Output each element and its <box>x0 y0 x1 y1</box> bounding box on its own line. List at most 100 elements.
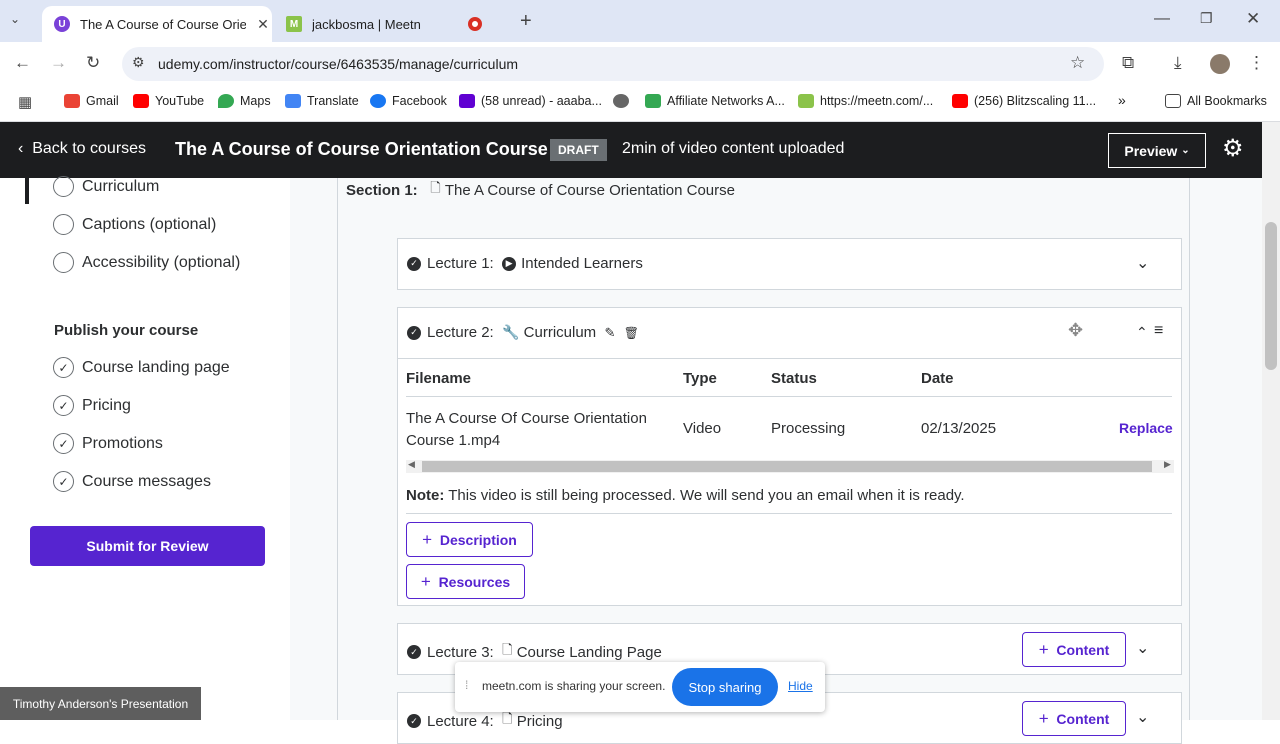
scroll-right-icon[interactable]: ▶ <box>1164 459 1171 470</box>
drag-grip-icon[interactable]: ⁞ <box>465 678 468 692</box>
back-arrow-icon[interactable]: ← <box>14 53 31 73</box>
table-header-status: Status <box>771 370 817 387</box>
more-menu-icon[interactable]: ⋮ <box>1248 53 1265 73</box>
download-icon[interactable]: ⤓ <box>1174 53 1182 73</box>
scrollbar-thumb[interactable] <box>422 461 1152 472</box>
tab-recording[interactable] <box>456 6 506 42</box>
horizontal-scrollbar[interactable]: ◀ ▶ <box>406 459 1174 473</box>
settings-gear-icon[interactable]: ⚙ <box>1222 134 1244 163</box>
tab-meetn[interactable]: M jackbosma | Meetn <box>274 6 454 42</box>
facebook-icon <box>370 94 386 108</box>
publish-heading: Publish your course <box>54 322 199 339</box>
file-icon: 🗋 <box>502 711 513 726</box>
course-title: The A Course of Course Orientation Cours… <box>175 139 548 159</box>
expand-chevron-icon[interactable]: ⌄ <box>1136 253 1149 273</box>
maps-icon <box>218 94 234 108</box>
status-badge: DRAFT <box>550 139 607 161</box>
window-close-icon[interactable]: ✕ <box>1246 9 1260 29</box>
table-header-type: Type <box>683 370 717 387</box>
bookmark-globe[interactable] <box>613 94 635 108</box>
youtube-icon <box>952 94 968 108</box>
close-tab-icon[interactable]: ✕ <box>254 16 272 33</box>
add-resources-button[interactable]: + Resources <box>406 564 525 599</box>
bookmark-blitzscaling[interactable]: (256) Blitzscaling 11... <box>952 94 1096 108</box>
sidebar-item-pricing[interactable]: ✓ Pricing <box>53 395 131 416</box>
minimize-icon[interactable]: — <box>1154 10 1170 28</box>
sidebar-item-landing-page[interactable]: ✓ Course landing page <box>53 357 230 378</box>
reload-icon[interactable]: ↻ <box>86 53 100 73</box>
table-header-date: Date <box>921 370 954 387</box>
bookmark-gmail[interactable]: Gmail <box>64 94 119 108</box>
collapse-chevron-icon[interactable]: ⌃ <box>1136 324 1148 341</box>
udemy-icon: U <box>54 16 70 32</box>
sidebar-item-captions[interactable]: Captions (optional) <box>53 214 216 235</box>
preview-button[interactable]: Preview ⌄ <box>1108 133 1206 168</box>
browser-toolbar: ← → ↻ ⚙ udemy.com/instructor/course/6463… <box>0 42 1280 86</box>
scroll-left-icon[interactable]: ◀ <box>408 459 415 470</box>
bookmark-facebook[interactable]: Facebook <box>370 94 447 108</box>
bookmark-translate[interactable]: Translate <box>285 94 359 108</box>
edit-pencil-icon[interactable]: ✎ <box>605 325 616 341</box>
forward-arrow-icon[interactable]: → <box>50 53 67 73</box>
drag-handle-icon[interactable]: ≡ <box>1154 322 1163 340</box>
new-tab-icon[interactable]: + <box>520 10 532 33</box>
radio-circle-icon <box>53 214 74 235</box>
stop-sharing-button[interactable]: Stop sharing <box>672 668 778 706</box>
restore-icon[interactable]: ❐ <box>1200 10 1213 27</box>
add-content-button[interactable]: + Content <box>1022 701 1126 736</box>
screen-share-banner: ⁞ meetn.com is sharing your screen. Stop… <box>455 662 825 712</box>
bookmarks-overflow[interactable]: » <box>1118 92 1126 108</box>
wrench-icon: 🔧 <box>502 324 520 340</box>
back-to-courses-link[interactable]: ‹ Back to courses <box>18 140 146 158</box>
extensions-icon[interactable]: ⧉ <box>1122 53 1134 73</box>
bookmark-meetn[interactable]: https://meetn.com/... <box>798 94 933 108</box>
divider <box>406 513 1172 514</box>
profile-avatar[interactable] <box>1210 54 1230 74</box>
bookmark-star-icon[interactable]: ☆ <box>1070 53 1085 73</box>
expand-chevron-icon[interactable]: ⌄ <box>1136 707 1149 727</box>
scrollbar-thumb[interactable] <box>1265 222 1277 370</box>
add-description-button[interactable]: + Description <box>406 522 533 557</box>
bookmark-maps[interactable]: Maps <box>218 94 271 108</box>
all-bookmarks[interactable]: All Bookmarks <box>1165 94 1267 108</box>
page-scrollbar[interactable] <box>1262 122 1280 720</box>
check-circle-icon: ✓ <box>53 433 74 454</box>
file-icon: 🗋 <box>502 642 513 657</box>
presenter-label: Timothy Anderson's Presentation <box>0 687 201 720</box>
chevron-down-icon: ⌄ <box>1181 145 1190 156</box>
sidebar-item-messages[interactable]: ✓ Course messages <box>53 471 211 492</box>
move-icon[interactable]: ✥ <box>1068 320 1083 341</box>
youtube-icon <box>133 94 149 108</box>
check-circle-icon: ✓ <box>53 395 74 416</box>
expand-chevron-icon[interactable]: ⌄ <box>1136 638 1149 658</box>
table-cell-status: Processing <box>771 420 846 437</box>
hide-link[interactable]: Hide <box>788 679 813 693</box>
divider <box>406 396 1172 397</box>
bookmark-mail[interactable]: (58 unread) - aaaba... <box>459 94 602 108</box>
apps-grid-icon[interactable]: ▦ <box>18 93 32 111</box>
yahoo-mail-icon <box>459 94 475 108</box>
sidebar-item-curriculum[interactable]: Curriculum <box>53 176 159 197</box>
bookmark-youtube[interactable]: YouTube <box>133 94 204 108</box>
table-header-filename: Filename <box>406 370 472 387</box>
bookmark-affiliate[interactable]: Affiliate Networks A... <box>645 94 785 108</box>
add-content-button[interactable]: + Content <box>1022 632 1126 667</box>
replace-link[interactable]: Replace <box>1119 420 1173 436</box>
site-settings-icon[interactable]: ⚙ <box>132 54 145 71</box>
check-icon: ✓ <box>407 645 421 659</box>
sheets-icon <box>645 94 661 108</box>
sidebar-item-promotions[interactable]: ✓ Promotions <box>53 433 163 454</box>
sidebar-item-accessibility[interactable]: Accessibility (optional) <box>53 252 240 273</box>
address-bar[interactable]: ⚙ udemy.com/instructor/course/6463535/ma… <box>122 47 1104 81</box>
tab-udemy[interactable]: U The A Course of Course Orienta ✕ <box>42 6 272 42</box>
play-circle-icon: ▶ <box>502 256 517 271</box>
lecture-item[interactable]: ✓ Lecture 1: ▶ Intended Learners ⌄ <box>397 238 1182 290</box>
check-circle-icon: ✓ <box>53 471 74 492</box>
plus-icon: + <box>1038 639 1049 659</box>
table-cell-filename: The A Course Of Course Orientation Cours… <box>406 410 647 449</box>
check-icon: ✓ <box>407 325 421 340</box>
trash-icon[interactable]: 🗑 <box>624 326 639 340</box>
lecture-item-expanded: ✓ Lecture 2: 🔧 Curriculum ✎ 🗑 ✥ ⌃ ≡ Filen… <box>397 307 1182 606</box>
submit-for-review-button[interactable]: Submit for Review <box>30 526 265 566</box>
tab-search-icon[interactable]: ⌄ <box>10 12 20 26</box>
